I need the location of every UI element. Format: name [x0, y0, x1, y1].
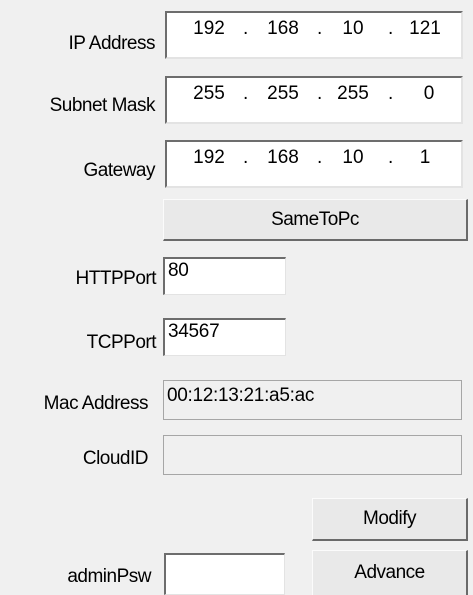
http-port-label: HTTPPort: [75, 268, 157, 289]
mac-address-label: Mac Address: [43, 393, 149, 414]
tcp-port-input[interactable]: 34567: [163, 318, 286, 356]
ip-dot: .: [388, 18, 394, 39]
ip-dot: .: [317, 147, 323, 168]
gateway-octet-3[interactable]: 10: [333, 147, 373, 169]
ip-dot: .: [243, 147, 249, 168]
ip-address-field[interactable]: 192 . 168 . 10 . 121: [165, 11, 463, 59]
gateway-octet-4[interactable]: 1: [403, 147, 447, 169]
cloud-id-label: CloudID: [82, 448, 149, 469]
ip-octet-3[interactable]: 10: [333, 18, 373, 40]
ip-dot: .: [317, 83, 323, 104]
gateway-octet-2[interactable]: 168: [261, 147, 305, 169]
ip-dot: .: [243, 83, 249, 104]
same-to-pc-button[interactable]: SameToPc: [163, 199, 468, 241]
ip-octet-1[interactable]: 192: [187, 18, 231, 40]
ip-dot: .: [388, 147, 394, 168]
ip-address-label: IP Address: [68, 33, 155, 54]
ip-octet-4[interactable]: 121: [403, 18, 447, 40]
gateway-octet-1[interactable]: 192: [187, 147, 231, 169]
mask-octet-1[interactable]: 255: [187, 83, 231, 105]
subnet-mask-label: Subnet Mask: [49, 95, 156, 116]
gateway-field[interactable]: 192 . 168 . 10 . 1: [165, 140, 463, 188]
tcp-port-label: TCPPort: [86, 332, 157, 353]
ip-dot: .: [243, 18, 249, 39]
gateway-label: Gateway: [83, 160, 156, 181]
cloud-id-field: [163, 435, 462, 475]
ip-dot: .: [317, 18, 323, 39]
http-port-input[interactable]: 80: [163, 257, 286, 295]
mask-octet-3[interactable]: 255: [331, 83, 375, 105]
ip-dot: .: [388, 83, 394, 104]
admin-psw-label: adminPsw: [67, 566, 151, 587]
mac-address-field: 00:12:13:21:a5:ac: [163, 380, 462, 420]
mask-octet-4[interactable]: 0: [407, 83, 451, 105]
subnet-mask-field[interactable]: 255 . 255 . 255 . 0: [165, 76, 463, 124]
advance-button[interactable]: Advance: [312, 550, 468, 595]
admin-psw-input[interactable]: [164, 553, 285, 595]
modify-button[interactable]: Modify: [312, 498, 468, 541]
mask-octet-2[interactable]: 255: [261, 83, 305, 105]
ip-octet-2[interactable]: 168: [261, 18, 305, 40]
